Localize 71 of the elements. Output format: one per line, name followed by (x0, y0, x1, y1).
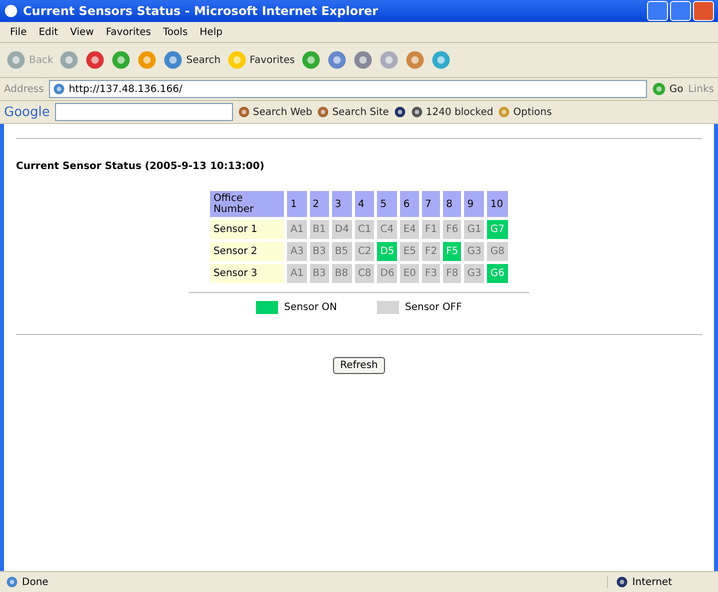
maximize-button[interactable] (670, 1, 691, 21)
table-header: 1 (287, 191, 307, 217)
sensor-cell: C2 (354, 242, 374, 261)
legend-label: Sensor OFF (404, 302, 462, 313)
sensor-cell: F2 (422, 242, 440, 261)
sensor-cell: G1 (464, 220, 484, 239)
sensor-cell: F8 (443, 264, 462, 283)
sensor-cell: D5 (377, 242, 398, 261)
go-button[interactable]: Go (652, 82, 684, 96)
menu-item[interactable]: Help (200, 26, 222, 38)
sensor-cell: C4 (377, 220, 398, 239)
address-field[interactable]: http://137.48.136.166/ (48, 80, 648, 98)
menu-item[interactable]: Edit (38, 26, 58, 38)
sensor-cell: C1 (354, 220, 374, 239)
sensor-cell: F3 (422, 264, 440, 283)
table-header: 4 (354, 191, 374, 217)
sensor-cell: G6 (487, 264, 508, 283)
sensor-cell: D6 (377, 264, 398, 283)
menu-item[interactable]: View (70, 26, 94, 38)
toolbar-button[interactable]: Search (163, 50, 221, 70)
address-label: Address (4, 84, 44, 94)
table-header: 8 (443, 191, 462, 217)
legend-label: Sensor ON (284, 302, 337, 313)
sensor-cell: D4 (332, 220, 352, 239)
options-button[interactable]: Options (498, 106, 552, 118)
table-header: 3 (332, 191, 352, 217)
sensor-cell: G7 (487, 220, 508, 239)
sensor-cell: B3 (310, 264, 329, 283)
search-site-button[interactable]: Search Site (317, 106, 389, 118)
table-header: 10 (487, 191, 508, 217)
table-header: 6 (400, 191, 420, 217)
sensor-cell: A1 (287, 264, 307, 283)
sensor-cell: F1 (422, 220, 440, 239)
sensor-cell: E5 (400, 242, 420, 261)
sensor-cell: F6 (443, 220, 462, 239)
table-header: 2 (310, 191, 329, 217)
sensor-cell: F5 (443, 242, 462, 261)
refresh-button[interactable]: Refresh (333, 357, 385, 374)
sensor-cell: G3 (464, 242, 484, 261)
sensor-cell: B5 (332, 242, 352, 261)
sensor-cell: G8 (487, 242, 508, 261)
menu-item[interactable]: File (10, 26, 27, 38)
zone-label: Internet (632, 576, 672, 588)
table-header: Office Number (210, 191, 284, 217)
google-logo[interactable]: Google (4, 104, 50, 120)
sensor-cell: A3 (287, 242, 307, 261)
window-title: Current Sensors Status - Microsoft Internet Explorer (23, 4, 378, 18)
menu-item[interactable]: Favorites (106, 26, 152, 38)
sensor-cell: B1 (310, 220, 329, 239)
search-web-button[interactable]: Search Web (238, 106, 312, 118)
table-header: 5 (377, 191, 398, 217)
status-text: Done (22, 576, 48, 588)
table-header: 7 (422, 191, 440, 217)
toolbar-button[interactable]: Favorites (226, 50, 295, 70)
minimize-button[interactable] (647, 1, 668, 21)
sensor-cell: B3 (310, 242, 329, 261)
sensor-cell: C8 (354, 264, 374, 283)
sensor-cell: A1 (287, 220, 307, 239)
status-heading: Current Sensor Status (2005-9-13 10:13:00) (16, 161, 266, 172)
sensor-name: Sensor 2 (210, 242, 284, 261)
sensor-cell: G3 (464, 264, 484, 283)
close-button[interactable] (693, 1, 714, 21)
menu-item[interactable]: Tools (163, 26, 188, 38)
table-header: 9 (464, 191, 484, 217)
sensor-name: Sensor 1 (210, 220, 284, 239)
sensor-cell: E4 (400, 220, 420, 239)
popup-blocker-button[interactable]: 1240 blocked (410, 106, 494, 118)
google-search-field[interactable] (54, 103, 233, 121)
sensor-cell: B8 (332, 264, 352, 283)
sensor-cell: E0 (400, 264, 420, 283)
sensor-name: Sensor 3 (210, 264, 284, 283)
